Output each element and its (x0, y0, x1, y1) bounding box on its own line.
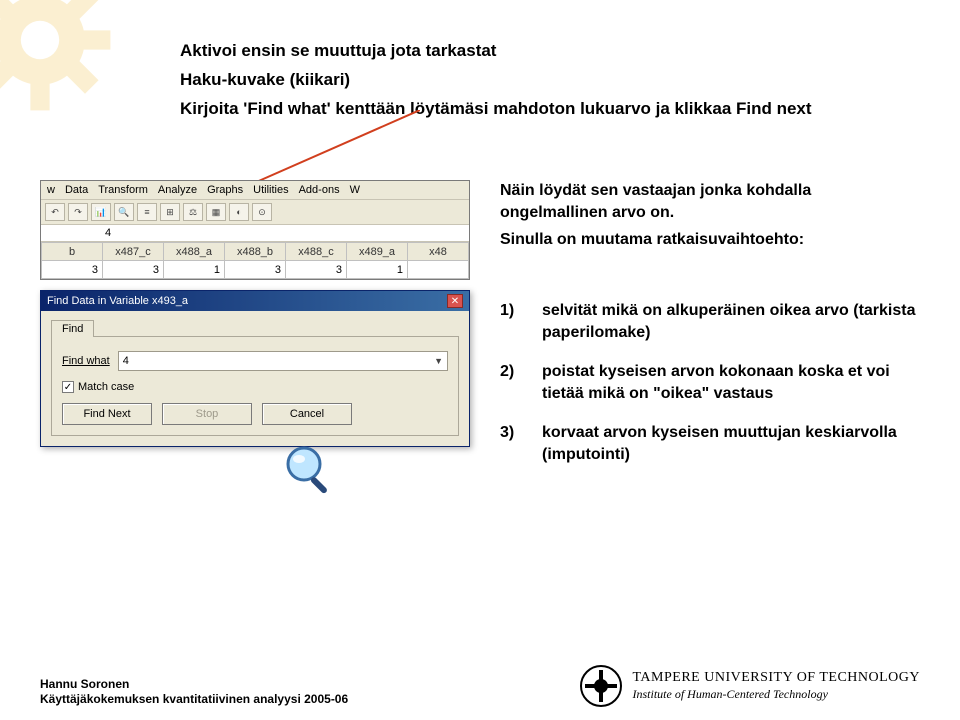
col-header[interactable]: x487_c (103, 243, 164, 261)
intro-block: Aktivoi ensin se muuttuja jota tarkastat… (180, 40, 920, 127)
explanation-block: Näin löydät sen vastaajan jonka kohdalla… (500, 180, 920, 257)
menu-bar: w Data Transform Analyze Graphs Utilitie… (41, 181, 469, 200)
toolbar-button[interactable]: ⚖ (183, 203, 203, 221)
menu-item[interactable]: Add-ons (299, 184, 340, 196)
solutions-list: 1) selvität mikä on alkuperäinen oikea a… (500, 300, 920, 484)
intro-line2: Haku-kuvake (kiikari) (180, 69, 920, 92)
explanation-para2: Sinulla on muutama ratkaisuvaihtoehto: (500, 229, 920, 251)
cell-input[interactable]: 4 (41, 225, 469, 242)
cancel-button[interactable]: Cancel (262, 403, 352, 425)
cell[interactable]: 3 (42, 261, 103, 279)
find-what-label: Find what (62, 355, 110, 367)
university-name: TAMPERE UNIVERSITY OF TECHNOLOGY (633, 670, 921, 687)
toolbar-button[interactable]: ↶ (45, 203, 65, 221)
cell[interactable]: 3 (286, 261, 347, 279)
col-header[interactable]: x488_c (286, 243, 347, 261)
toolbar-button[interactable]: ↷ (68, 203, 88, 221)
toolbar-button[interactable]: ▦ (206, 203, 226, 221)
cell[interactable]: 3 (103, 261, 164, 279)
cell[interactable]: 1 (164, 261, 225, 279)
intro-line3: Kirjoita 'Find what' kenttään löytämäsi … (180, 98, 920, 121)
cell[interactable] (408, 261, 469, 279)
explanation-para1: Näin löydät sen vastaajan jonka kohdalla… (500, 180, 920, 223)
list-item: 3) korvaat arvon kyseisen muuttujan kesk… (500, 422, 920, 465)
author: Hannu Soronen (40, 677, 348, 693)
cell[interactable]: 1 (347, 261, 408, 279)
gear-watermark (0, 0, 120, 120)
stop-button[interactable]: Stop (162, 403, 252, 425)
menu-item[interactable]: Analyze (158, 184, 197, 196)
menu-item[interactable]: Transform (98, 184, 148, 196)
toolbar-button[interactable]: ≡ (137, 203, 157, 221)
col-header[interactable]: b (42, 243, 103, 261)
menu-item[interactable]: Graphs (207, 184, 243, 196)
find-icon[interactable]: 🔍 (114, 203, 134, 221)
find-what-input[interactable]: 4 ▼ (118, 351, 448, 371)
match-case-checkbox[interactable]: ✓ Match case (62, 381, 448, 393)
col-header[interactable]: x48 (408, 243, 469, 261)
course: Käyttäjäkokemuksen kvantitatiivinen anal… (40, 692, 348, 708)
menu-item[interactable]: W (350, 184, 360, 196)
chevron-down-icon[interactable]: ▼ (434, 356, 443, 366)
find-dialog: Find Data in Variable x493_a ✕ Find Find… (40, 290, 470, 447)
close-icon[interactable]: ✕ (447, 294, 463, 308)
toolbar-button[interactable]: 📊 (91, 203, 111, 221)
institute-name: Institute of Human-Centered Technology (633, 687, 921, 701)
list-item: 2) poistat kyseisen arvon kokonaan koska… (500, 361, 920, 404)
col-header[interactable]: x489_a (347, 243, 408, 261)
toolbar-button[interactable]: ⊞ (160, 203, 180, 221)
magnifier-icon (280, 440, 340, 505)
intro-line1: Aktivoi ensin se muuttuja jota tarkastat (180, 40, 920, 63)
col-header[interactable]: x488_a (164, 243, 225, 261)
dialog-titlebar[interactable]: Find Data in Variable x493_a ✕ (41, 291, 469, 311)
spss-window: w Data Transform Analyze Graphs Utilitie… (40, 180, 470, 280)
footer: Hannu Soronen Käyttäjäkokemuksen kvantit… (40, 664, 920, 708)
dialog-title: Find Data in Variable x493_a (47, 295, 188, 307)
cell[interactable]: 3 (225, 261, 286, 279)
menu-item[interactable]: Utilities (253, 184, 288, 196)
toolbar-button[interactable]: ⊙ (252, 203, 272, 221)
data-grid: b x487_c x488_a x488_b x488_c x489_a x48… (41, 242, 469, 279)
university-logo-icon (579, 664, 623, 708)
menu-item[interactable]: Data (65, 184, 88, 196)
toolbar-button[interactable]: ◐ (229, 203, 249, 221)
list-item: 1) selvität mikä on alkuperäinen oikea a… (500, 300, 920, 343)
menu-item[interactable]: w (47, 184, 55, 196)
toolbar: ↶ ↷ 📊 🔍 ≡ ⊞ ⚖ ▦ ◐ ⊙ (41, 200, 469, 225)
find-next-button[interactable]: Find Next (62, 403, 152, 425)
col-header[interactable]: x488_b (225, 243, 286, 261)
tab-find[interactable]: Find (51, 320, 94, 337)
